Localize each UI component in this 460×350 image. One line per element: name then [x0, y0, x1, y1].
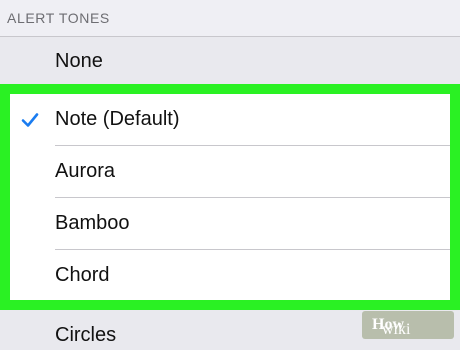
section-title: ALERT TONES — [7, 10, 110, 26]
tone-label: Note (Default) — [55, 108, 180, 130]
tone-row-chord[interactable]: Chord — [10, 250, 450, 300]
alert-tones-header: ALERT TONES — [0, 0, 460, 37]
tone-list-panel: Note (Default) Aurora Bamboo Chord — [10, 94, 450, 300]
tone-label: Circles — [55, 324, 117, 346]
tone-row-note-default[interactable]: Note (Default) — [10, 94, 450, 146]
highlight-frame: Note (Default) Aurora Bamboo Chord — [0, 84, 460, 310]
tone-label: Aurora — [55, 160, 116, 182]
tone-row-bamboo[interactable]: Bamboo — [10, 198, 450, 250]
wikihow-watermark: wiki How — [362, 311, 454, 339]
tone-row-aurora[interactable]: Aurora — [10, 146, 450, 198]
tone-label: Bamboo — [55, 212, 130, 234]
tone-row-none[interactable]: None — [0, 37, 460, 89]
watermark-text: wiki How — [372, 316, 411, 338]
checkmark-icon — [21, 113, 39, 127]
tone-label: None — [55, 50, 103, 72]
tone-label: Chord — [55, 264, 110, 286]
